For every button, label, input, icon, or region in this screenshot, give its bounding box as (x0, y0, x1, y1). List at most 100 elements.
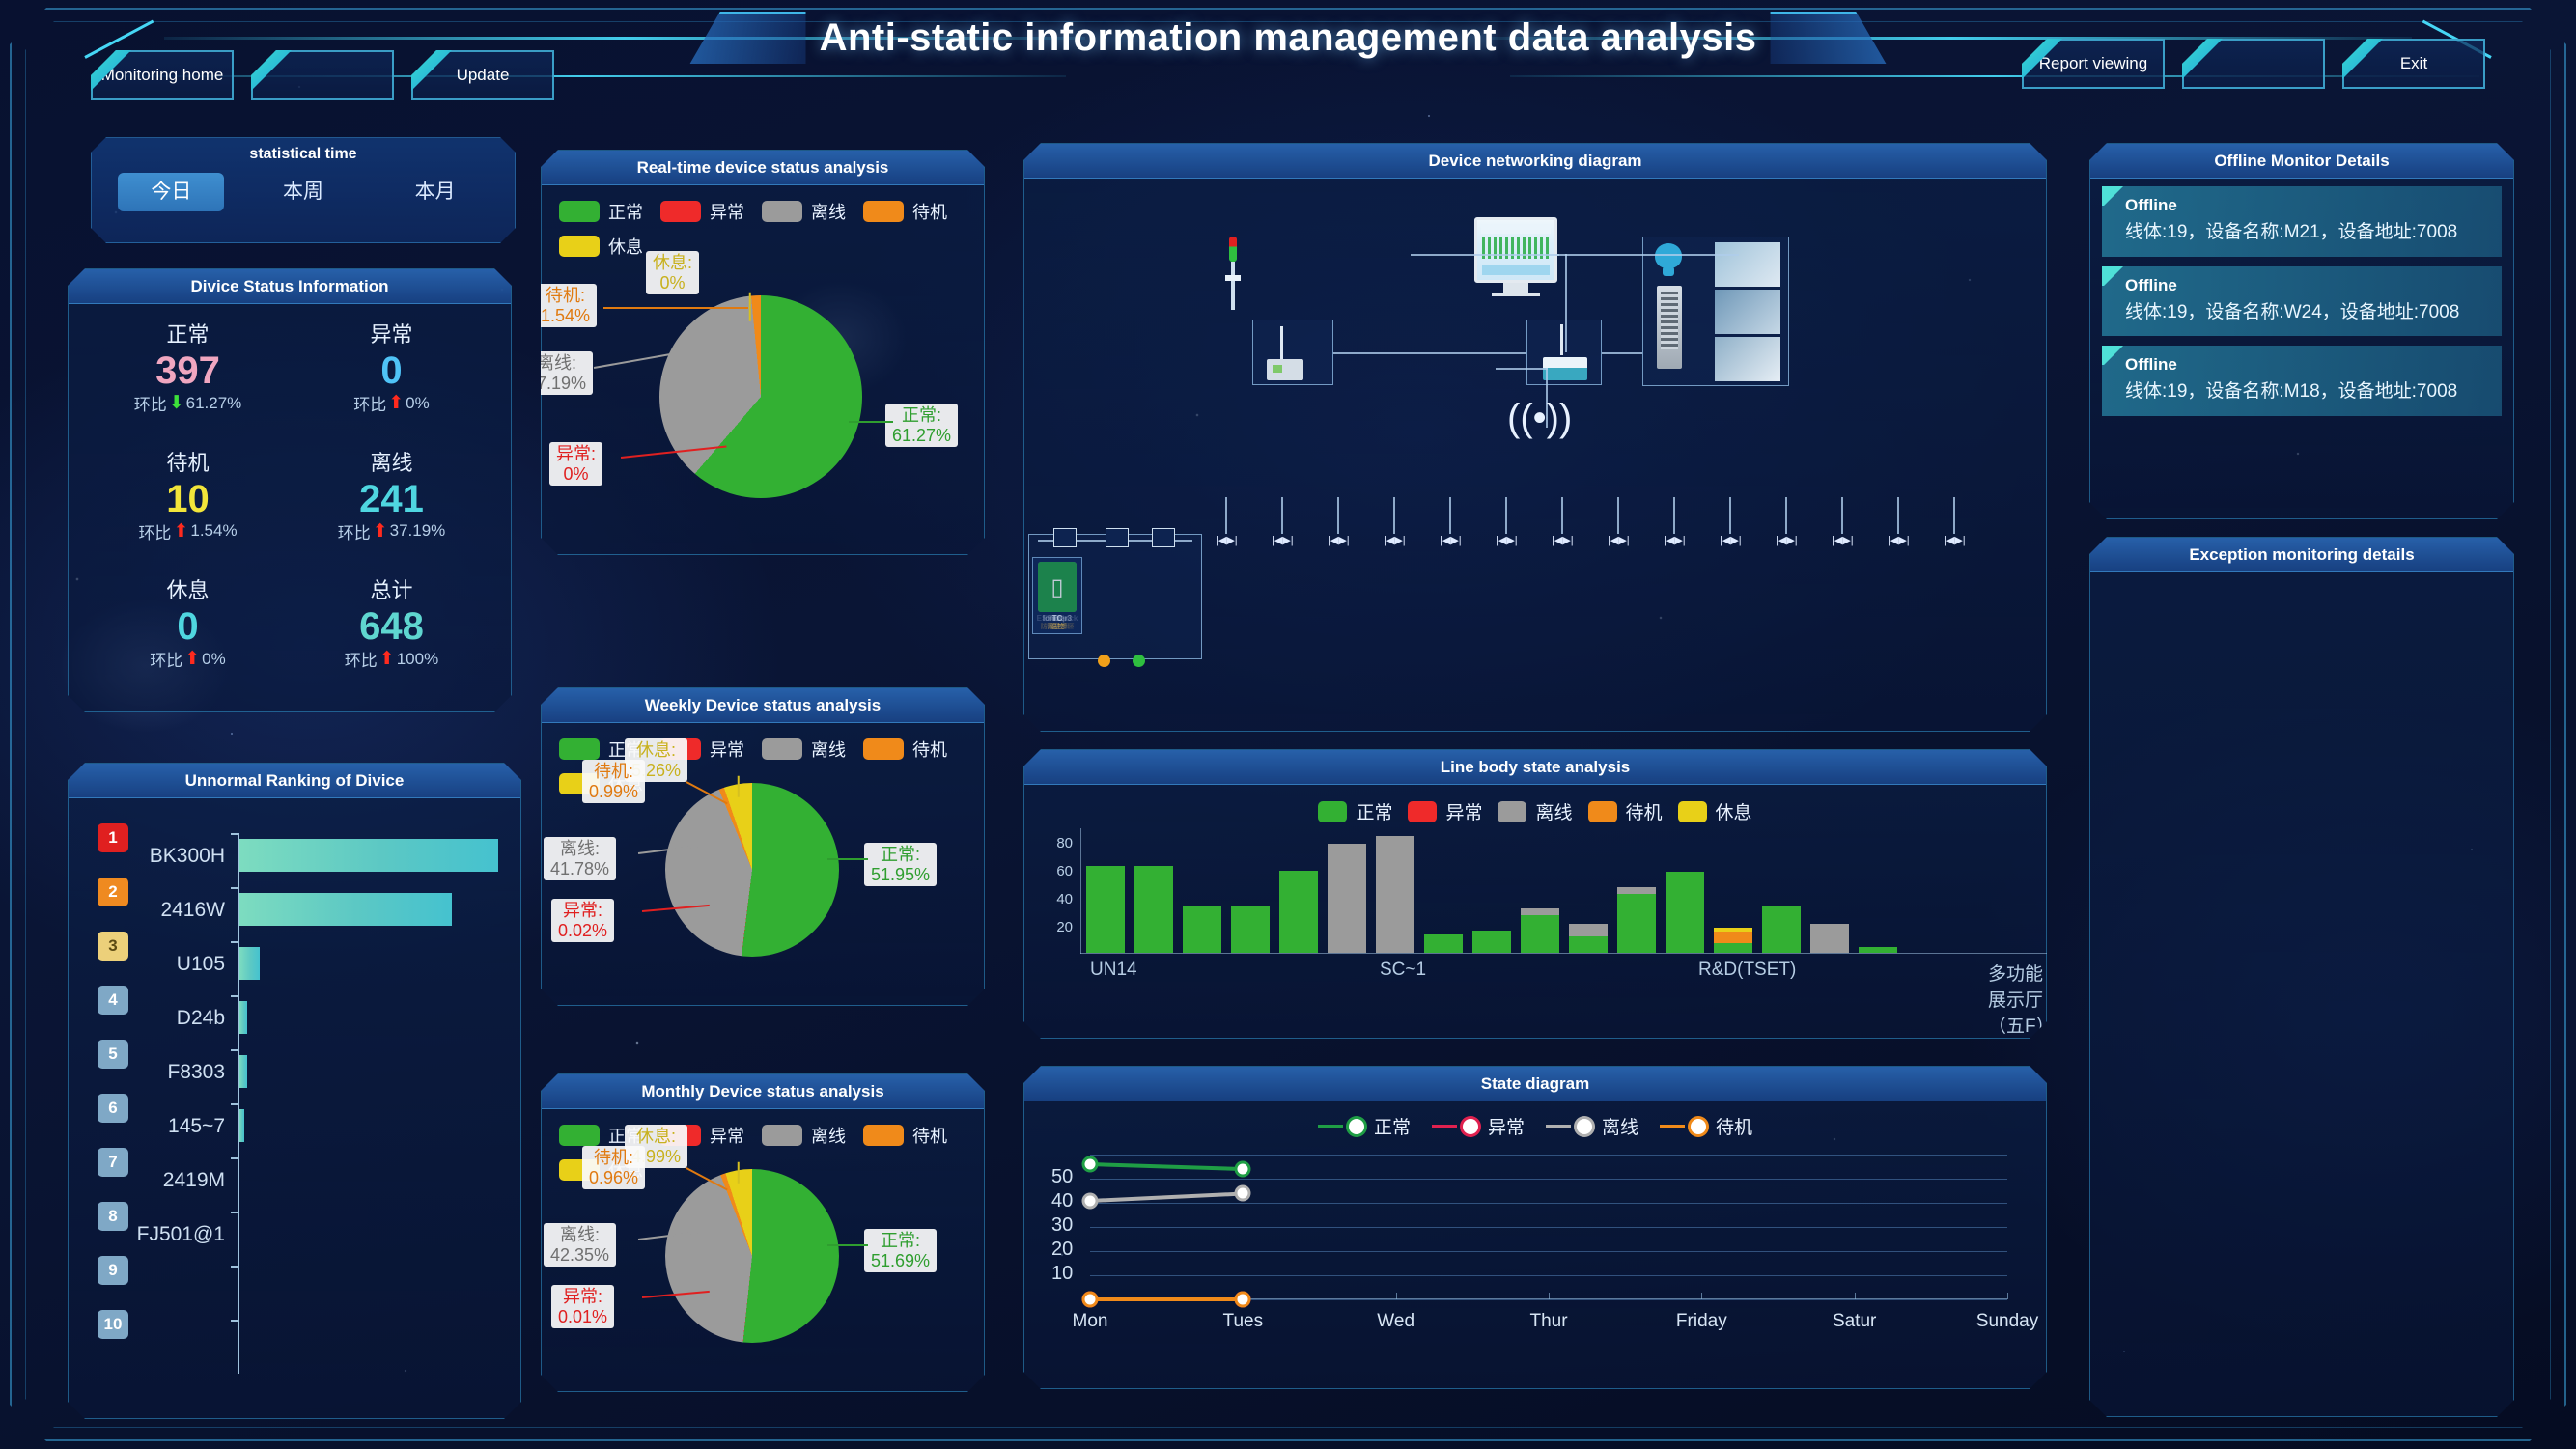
nav-button-blank-left[interactable] (251, 50, 394, 100)
rank-axis-tick (231, 1049, 239, 1051)
legend-item[interactable]: 休息 (559, 234, 643, 259)
y-tick-label: 10 (1051, 1263, 1074, 1284)
legend-item[interactable]: 正常 (1318, 798, 1392, 824)
monthly-status-panel: Monthly Device status analysis 正常异常离线待机休… (541, 1073, 985, 1392)
offline-item[interactable]: Offline 线体:19，设备名称:M21，设备地址:7008 (2102, 186, 2502, 257)
legend-line (1660, 1125, 1685, 1128)
legend-item[interactable]: 离线 (1498, 798, 1572, 824)
stat-tab-this-week[interactable]: 本周 (250, 173, 356, 211)
y-tick-label: 40 (1051, 1190, 1074, 1212)
legend-item[interactable]: 待机 (863, 737, 947, 762)
legend-swatch (1408, 801, 1437, 822)
status-name: 待机 (166, 450, 210, 475)
device-status-cell: 异常 0 环比 ⬆ 0% (290, 318, 493, 446)
ranking-body: 1 BK300H 2 2416W 3 U105 4 D24b 5 F8303 6 145~7 7 2419… (69, 798, 520, 1418)
legend-swatch (762, 1125, 802, 1146)
legend-item[interactable]: 待机 (1588, 798, 1663, 824)
legend-swatch (1318, 801, 1347, 822)
legend-item[interactable]: 异常 (1432, 1113, 1525, 1139)
rank-axis-tick (231, 887, 239, 889)
exception-monitor-panel: Exception monitoring details (2089, 537, 2514, 1417)
statistical-time-tabs: 今日 本周 本月 (92, 173, 515, 211)
legend-item[interactable]: 正常 (1318, 1113, 1411, 1139)
gridline (1090, 1179, 2007, 1180)
legend-swatch (762, 201, 802, 222)
legend-label: 离线 (1602, 1118, 1639, 1138)
legend-label: 离线 (811, 740, 846, 760)
legend-item[interactable]: 待机 (863, 1123, 947, 1148)
weekly-status-title: Weekly Device status analysis (542, 688, 984, 723)
status-dot-normal (1133, 655, 1145, 667)
gridline (1090, 1203, 2007, 1204)
legend-item[interactable]: 待机 (1660, 1113, 1752, 1139)
device-status-panel: Divice Status Information 正常 397 环比 ⬇ 61.27%… (68, 268, 512, 712)
monthly-tag-standby: 待机: 0.96% (582, 1146, 645, 1189)
legend-item[interactable]: 异常 (1408, 798, 1482, 824)
bar-segment (1376, 836, 1414, 953)
legend-item[interactable]: 离线 (762, 737, 846, 762)
stat-tab-today[interactable]: 今日 (118, 173, 224, 211)
rank-item-label: FJ501@1 (136, 1223, 225, 1245)
network-wire (1337, 497, 1339, 534)
realtime-tag-standby: 待机: 1.54% (534, 284, 597, 327)
network-wire (1673, 497, 1675, 534)
network-wire (1565, 254, 1567, 352)
x-tick (1396, 1293, 1397, 1299)
legend-swatch (559, 1125, 600, 1146)
nav-button-blank-right[interactable] (2182, 39, 2325, 89)
network-wire (1729, 497, 1731, 534)
trend-up-icon: ⬆ (184, 649, 201, 670)
rank-item-label: U105 (176, 953, 225, 975)
network-wire (1333, 352, 1526, 354)
network-wire (1505, 497, 1507, 534)
data-point (1238, 1295, 1248, 1305)
weekly-pie-area: 休息: 5.26% 待机: 0.99% 离线: 41.78% 异常: 0.02% 正常:… (542, 796, 984, 1040)
offline-item[interactable]: Offline 线体:19，设备名称:W24，设备地址:7008 (2102, 266, 2502, 337)
monitor-icon (1474, 217, 1557, 283)
y-tick-label: 80 (1056, 835, 1073, 852)
legend-swatch (863, 201, 904, 222)
nav-button-report-viewing[interactable]: Report viewing (2022, 39, 2165, 89)
status-dot-standby (1098, 655, 1110, 667)
legend-item[interactable]: 异常 (660, 199, 744, 224)
realtime-tag-rest: 休息: 0% (646, 251, 699, 294)
realtime-pie-area: 休息: 0% 待机: 1.54% 离线: 37.19% 异常: 0% 正常: 61.27% (542, 259, 984, 589)
x-tick-label: Tues (1222, 1311, 1264, 1331)
bar-segment (1521, 915, 1559, 953)
dashboard-root: Anti-static information management data … (0, 0, 2576, 1449)
antenna-icon: |◀▶| (1608, 535, 1630, 546)
legend-item[interactable]: 离线 (1546, 1113, 1638, 1139)
nav-button-update[interactable]: Update (411, 50, 554, 100)
device-status-cell: 待机 10 环比 ⬆ 1.54% (86, 446, 290, 574)
weekly-tag-offline: 离线: 41.78% (544, 837, 616, 880)
monthly-tag-offline: 离线: 42.35% (544, 1223, 616, 1267)
legend-swatch (1588, 801, 1617, 822)
stat-tab-this-month[interactable]: 本月 (382, 173, 489, 211)
legend-item[interactable]: 待机 (863, 199, 947, 224)
bar-segment (1762, 906, 1801, 953)
legend-item[interactable]: 正常 (559, 199, 643, 224)
leader-line (603, 307, 748, 309)
status-name: 离线 (370, 450, 413, 475)
antenna-icon: |◀▶| (1664, 535, 1686, 546)
offline-status-badge: Offline (2125, 275, 2177, 294)
offline-monitor-list[interactable]: Offline 线体:19，设备名称:M21，设备地址:7008 Offline 线体… (2090, 179, 2513, 416)
rank-axis-tick (231, 1212, 239, 1213)
y-tick-label: 40 (1056, 891, 1073, 908)
network-wire (1393, 497, 1395, 534)
data-point (1085, 1159, 1096, 1170)
nav-button-monitoring-home[interactable]: Monitoring home (91, 50, 234, 100)
legend-item[interactable]: 离线 (762, 199, 846, 224)
exception-monitor-body[interactable] (2090, 572, 2513, 1416)
nav-button-exit[interactable]: Exit (2342, 39, 2485, 89)
network-diagram-title: Device networking diagram (1024, 144, 2046, 179)
offline-item[interactable]: Offline 线体:19，设备名称:M18，设备地址:7008 (2102, 346, 2502, 416)
bar-segment (1569, 924, 1608, 936)
legend-item[interactable]: 休息 (1678, 798, 1752, 824)
x-tick-label: UN14 (1090, 960, 1137, 980)
legend-item[interactable]: 离线 (762, 1123, 846, 1148)
rank-axis-tick (231, 1320, 239, 1322)
legend-label: 待机 (912, 203, 947, 222)
line-body-legend: 正常 异常 离线 待机 休息 (1024, 785, 2046, 824)
antenna-icon: |◀▶| (1552, 535, 1574, 546)
